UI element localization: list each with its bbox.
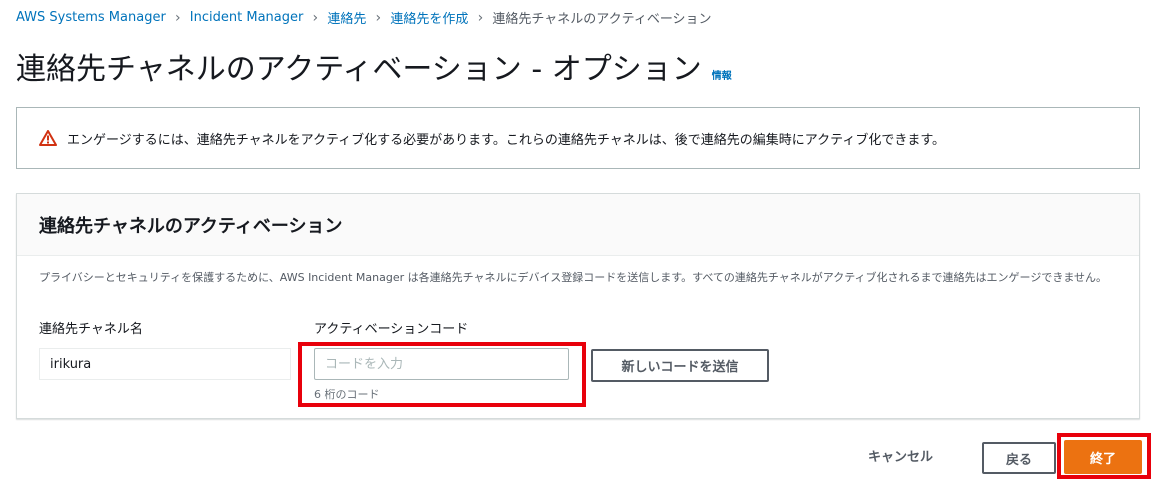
breadcrumb-systems-manager[interactable]: AWS Systems Manager [16, 10, 166, 25]
breadcrumb-create-contact[interactable]: 連絡先を作成 [390, 8, 468, 27]
page-title: 連絡先チャネルのアクティベーション - オプション [16, 52, 702, 87]
activation-code-hint: 6 桁のコード [314, 388, 380, 401]
info-link[interactable]: 情報 [712, 67, 732, 82]
warning-alert: エンゲージするには、連絡先チャネルをアクティブ化する必要があります。これらの連絡… [16, 107, 1140, 169]
warning-triangle-icon [39, 130, 57, 146]
activation-code-label: アクティベーションコード [314, 322, 469, 337]
breadcrumb-incident-manager[interactable]: Incident Manager [190, 10, 304, 25]
send-new-code-button[interactable]: 新しいコードを送信 [591, 349, 769, 382]
breadcrumb-separator-icon: › [312, 9, 319, 26]
cancel-button[interactable]: キャンセル [868, 446, 933, 465]
breadcrumb-separator-icon: › [375, 9, 382, 26]
breadcrumb-contacts[interactable]: 連絡先 [327, 8, 366, 27]
back-button[interactable]: 戻る [982, 442, 1056, 474]
container-header: 連絡先チャネルのアクティベーション [17, 194, 1139, 256]
page: AWS Systems Manager › Incident Manager ›… [0, 0, 1166, 487]
container-description: プライバシーとセキュリティを保護するために、AWS Incident Manag… [39, 271, 1108, 284]
finish-button[interactable]: 終了 [1064, 440, 1142, 474]
container-title: 連絡先チャネルのアクティベーション [39, 215, 343, 237]
channel-name-label: 連絡先チャネル名 [39, 322, 143, 337]
breadcrumb-current: 連絡先チャネルのアクティベーション [492, 12, 712, 27]
page-header: 連絡先チャネルのアクティベーション - オプション 情報 [16, 44, 732, 88]
activation-container: 連絡先チャネルのアクティベーション プライバシーとセキュリティを保護するために、… [16, 193, 1140, 419]
breadcrumb-separator-icon: › [477, 9, 484, 26]
channel-name-value: irikura [39, 348, 291, 380]
alert-message: エンゲージするには、連絡先チャネルをアクティブ化する必要があります。これらの連絡… [67, 132, 946, 148]
activation-code-input[interactable] [314, 348, 569, 380]
breadcrumb: AWS Systems Manager › Incident Manager ›… [16, 8, 712, 28]
breadcrumb-separator-icon: › [174, 9, 181, 26]
